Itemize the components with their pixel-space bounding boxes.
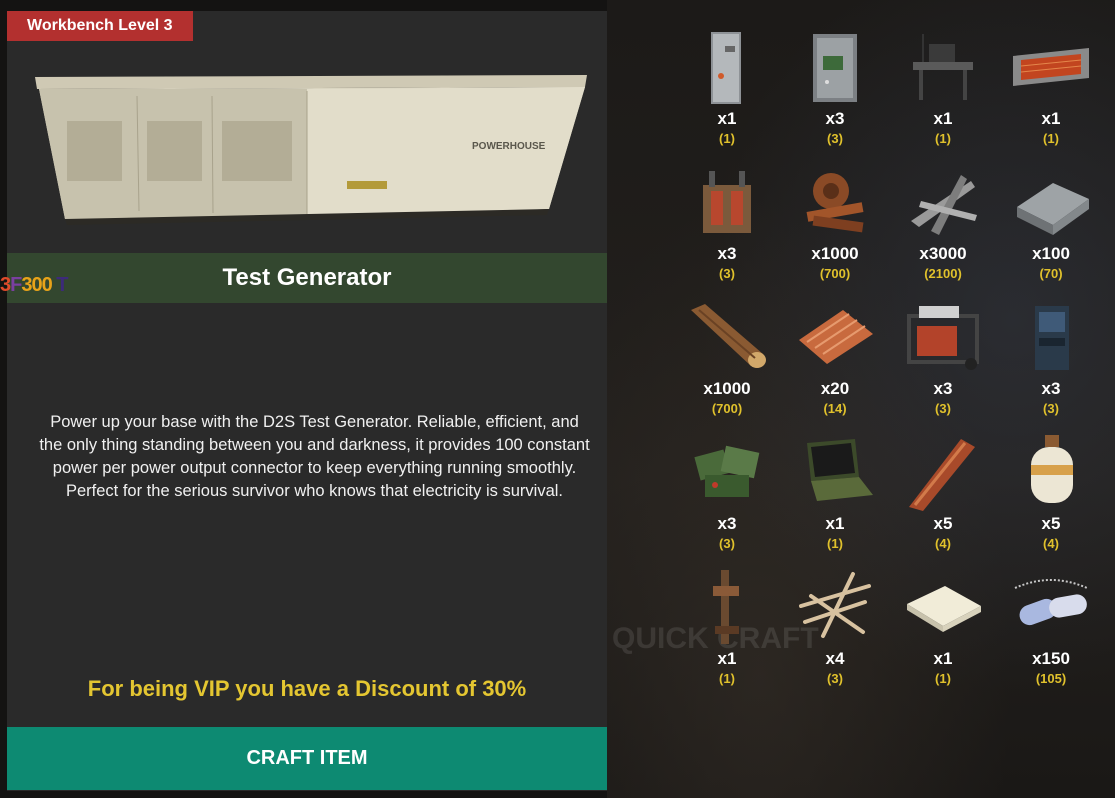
ingredient-qty: x1000: [703, 379, 751, 398]
ingredient-have: (3): [935, 401, 951, 416]
ingredient-qty: x1: [1041, 109, 1061, 128]
battery-icon: [1035, 306, 1069, 370]
item-title: Test Generator: [7, 253, 607, 303]
wood-log-icon: [691, 304, 766, 368]
ingredient-have: (1): [935, 671, 951, 686]
transformer-icon: [703, 171, 751, 233]
ingredient-have: (700): [711, 401, 743, 416]
ingredient-qty: x3: [717, 514, 737, 533]
ingredient-qty: x150: [1032, 649, 1070, 668]
ingredient-have: (3): [827, 131, 843, 146]
glitch-mid: F: [10, 274, 22, 296]
ingredient-have: (700): [819, 266, 851, 281]
ingredient-qty: x3: [825, 109, 845, 128]
glitch-prefix: 3: [0, 274, 11, 296]
ingredient-qty: x1: [717, 649, 737, 668]
vip-discount-text: For being VIP you have a Discount of 30%: [87, 676, 527, 701]
ingredient-have: (1): [719, 131, 735, 146]
ingredient-slot[interactable]: x150 (105): [997, 562, 1105, 697]
ingredient-have: (3): [719, 536, 735, 551]
tripod-icon: [713, 570, 739, 644]
ingredient-qty: x3: [717, 244, 737, 263]
ingredient-slot[interactable]: x1 (1): [673, 22, 781, 157]
ingredient-slot[interactable]: x5 (4): [889, 427, 997, 562]
ingredient-slot[interactable]: x3 (3): [673, 157, 781, 292]
ingredient-have: (3): [719, 266, 735, 281]
ingredient-slot[interactable]: x1000 (700): [673, 292, 781, 427]
ingredient-slot[interactable]: x3 (3): [997, 292, 1105, 427]
ingredient-have: (1): [935, 131, 951, 146]
ingredient-qty: x100: [1032, 244, 1070, 263]
ingredient-qty: x3000: [919, 244, 967, 263]
laptop-icon: [807, 439, 873, 501]
ingredient-slot[interactable]: x1 (1): [997, 22, 1105, 157]
ingredient-have: (14): [823, 401, 847, 416]
ingredient-have: (1): [827, 536, 843, 551]
ingredient-qty: x1000: [811, 244, 859, 263]
tech-trash-icon: [694, 445, 760, 497]
ingredient-have: (2100): [924, 266, 962, 281]
ingredient-have: (4): [1043, 536, 1059, 551]
sticks-icon: [799, 572, 871, 638]
ingredient-have: (105): [1035, 671, 1067, 686]
glitch-value: 300: [21, 274, 52, 296]
ingredient-slot[interactable]: x3 (3): [781, 22, 889, 157]
workbench-level-badge: Workbench Level 3: [7, 11, 193, 41]
electric-heater-icon: [1013, 48, 1089, 86]
ingredient-qty: x1: [717, 109, 737, 128]
craft-panel: Workbench Level 3 POWERHOUSE Test Genera…: [7, 11, 607, 791]
glitch-suffix: T: [56, 274, 68, 296]
ingredient-have: (3): [827, 671, 843, 686]
generator-icon: POWERHOUSE: [35, 75, 587, 225]
ingredient-qty: x1: [933, 109, 953, 128]
ingredient-slot[interactable]: x3000 (2100): [889, 157, 997, 292]
ingredient-slot[interactable]: x1 (1): [889, 22, 997, 157]
ingredient-have: (4): [935, 536, 951, 551]
circuit-box-icon: [813, 34, 857, 102]
ingredient-qty: x20: [820, 379, 850, 398]
dog-tags-icon: [1014, 579, 1088, 626]
item-description: Power up your base with the D2S Test Gen…: [39, 413, 590, 500]
ingredient-have: (70): [1039, 266, 1063, 281]
ingredient-slot[interactable]: x1 (1): [781, 427, 889, 562]
ingredient-qty: x3: [933, 379, 953, 398]
ingredient-qty: x5: [1041, 514, 1061, 533]
ingredient-slot[interactable]: x20 (14): [781, 292, 889, 427]
ingredient-slot[interactable]: x1 (1): [673, 562, 781, 697]
svg-text:POWERHOUSE: POWERHOUSE: [472, 141, 546, 152]
propane-tank-icon: [1031, 435, 1073, 503]
sheet-metal-icon: [799, 310, 873, 364]
ingredient-slot[interactable]: x4 (3): [781, 562, 889, 697]
ingredient-slot[interactable]: x3 (3): [889, 292, 997, 427]
ingredient-qty: x1: [825, 514, 845, 533]
electrical-box-icon: [711, 32, 741, 104]
ingredient-slot[interactable]: x1 (1): [889, 562, 997, 697]
small-generator-icon: [907, 306, 979, 370]
metal-ingot-icon: [1017, 183, 1089, 235]
ingredient-have: (1): [1043, 131, 1059, 146]
metal-pipe-icon: [909, 439, 975, 511]
ingredient-slot[interactable]: x3 (3): [673, 427, 781, 562]
ingredients-grid: x1 (1) x3 (3) x1 (1) x1 (1) x3 (3) x1000…: [673, 22, 1105, 697]
computer-station-icon: [913, 34, 973, 100]
item-preview-image: POWERHOUSE: [7, 41, 607, 253]
ingredient-slot[interactable]: x5 (4): [997, 427, 1105, 562]
craft-item-button[interactable]: CRAFT ITEM: [7, 727, 607, 790]
paper-icon: [907, 586, 981, 632]
scrap-icon: [911, 175, 977, 235]
ingredient-qty: x4: [825, 649, 845, 668]
ingredient-have: (1): [719, 671, 735, 686]
ingredient-qty: x5: [933, 514, 953, 533]
ingredient-qty: x1: [933, 649, 953, 668]
ingredient-slot[interactable]: x100 (70): [997, 157, 1105, 292]
overlay-glitch-text: 3F300 T: [0, 274, 69, 297]
ingredient-qty: x3: [1041, 379, 1061, 398]
ingredient-have: (3): [1043, 401, 1059, 416]
ingredient-slot[interactable]: x1000 (700): [781, 157, 889, 292]
metal-fragments-icon: [806, 173, 864, 233]
